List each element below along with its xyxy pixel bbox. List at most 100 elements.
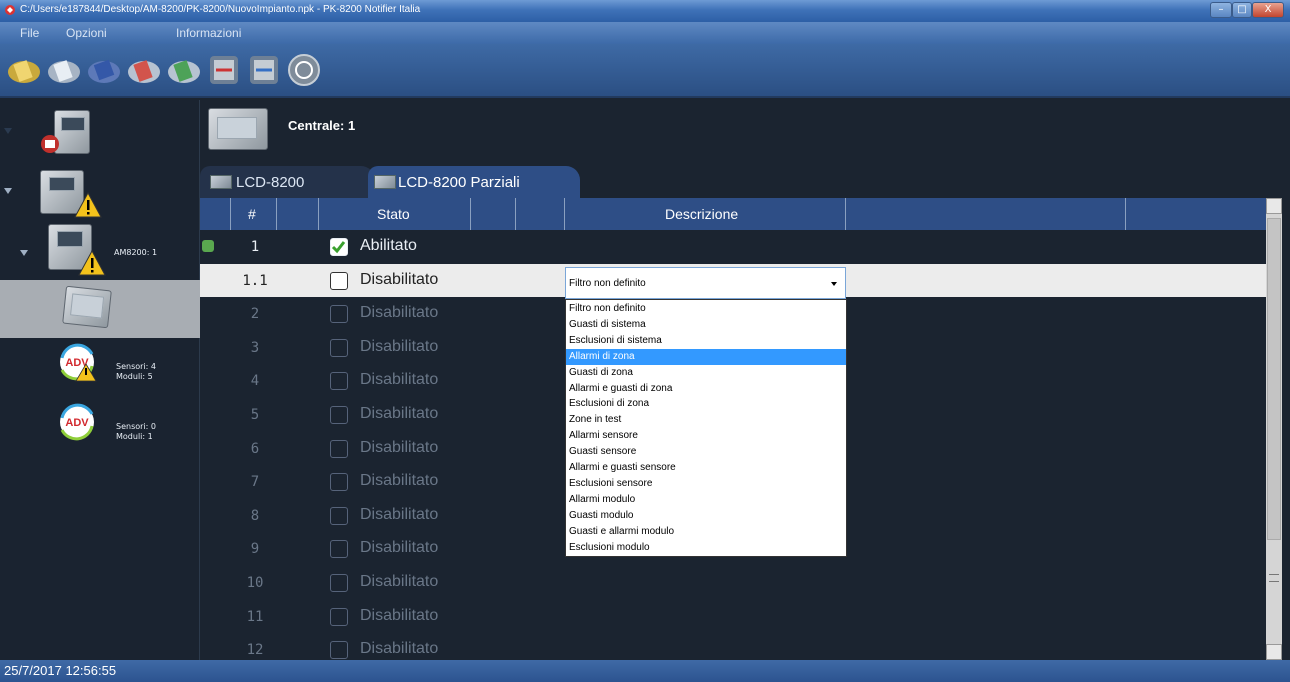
expander-icon[interactable] (20, 250, 28, 256)
column-header-number[interactable]: # (248, 206, 256, 222)
menu-opzioni[interactable]: Opzioni (66, 26, 107, 40)
scroll-grip-icon (1269, 574, 1279, 582)
dropdown-option[interactable]: Allarmi modulo (566, 492, 846, 508)
row-state-label: Disabilitato (360, 270, 439, 288)
dropdown-option[interactable]: Guasti e allarmi modulo (566, 524, 846, 540)
close-button[interactable]: X (1252, 2, 1284, 18)
device-tree: AM8200: 1 ADV Sensori: 4 Moduli: 5 ADV S… (0, 100, 200, 660)
upload-icon[interactable] (246, 52, 282, 88)
combo-value: Filtro non definito (569, 278, 646, 289)
dropdown-option[interactable]: Allarmi e guasti di zona (566, 381, 846, 397)
building-icon (41, 135, 59, 153)
warning-icon (74, 192, 102, 218)
dropdown-option[interactable]: Guasti di sistema (566, 317, 846, 333)
expander-icon[interactable] (4, 128, 12, 134)
row-enable-checkbox[interactable] (330, 506, 348, 525)
tree-node-lcd-selected[interactable] (0, 280, 200, 338)
row-number: 9 (250, 541, 260, 558)
row-enable-checkbox[interactable] (330, 473, 348, 492)
open-file-icon[interactable] (46, 52, 82, 88)
remove-icon[interactable] (126, 52, 162, 88)
window-title: C:/Users/e187844/Desktop/AM-8200/PK-8200… (20, 4, 421, 15)
dropdown-option[interactable]: Filtro non definito (566, 301, 846, 317)
new-file-icon[interactable] (6, 52, 42, 88)
tab-lcd-8200-parziali[interactable]: LCD-8200 Parziali (368, 166, 580, 198)
close-glyph: X (1264, 4, 1272, 15)
row-number: 6 (250, 440, 260, 457)
tree-node-panel-group[interactable] (40, 170, 104, 220)
table-row[interactable]: 10 Disabilitato (200, 566, 1266, 600)
chevron-down-icon[interactable] (831, 282, 837, 286)
maximize-button[interactable]: □ (1232, 2, 1252, 18)
table-row[interactable]: 12 Disabilitato (200, 633, 1266, 660)
sync-icon[interactable] (286, 52, 322, 88)
column-header-stato[interactable]: Stato (377, 206, 410, 222)
row-state-label: Disabilitato (360, 304, 439, 322)
row-number: 12 (246, 642, 264, 659)
warning-icon (78, 250, 106, 276)
tree-node-root[interactable] (40, 108, 100, 158)
dropdown-option[interactable]: Allarmi e guasti sensore (566, 460, 846, 476)
table-row[interactable]: 1 Abilitato (200, 230, 1266, 264)
dropdown-option[interactable]: Esclusioni modulo (566, 540, 846, 556)
tab-lcd-8200[interactable]: LCD-8200 (200, 166, 375, 198)
dropdown-option[interactable]: Esclusioni di zona (566, 396, 846, 412)
dropdown-option[interactable]: Allarmi sensore (566, 428, 846, 444)
dropdown-option[interactable]: Guasti modulo (566, 508, 846, 524)
row-state-label: Disabilitato (360, 573, 439, 590)
node-modules-count: Moduli: 1 (116, 432, 153, 441)
checkmark-icon (331, 241, 346, 254)
row-enable-checkbox[interactable] (330, 372, 348, 391)
add-icon[interactable] (166, 52, 202, 88)
vertical-scrollbar[interactable] (1266, 198, 1282, 660)
dropdown-option[interactable]: Guasti sensore (566, 444, 846, 460)
menu-file[interactable]: File (20, 26, 39, 40)
download-icon[interactable] (206, 52, 242, 88)
tab-label: LCD-8200 (236, 174, 305, 191)
title-bar: C:/Users/e187844/Desktop/AM-8200/PK-8200… (0, 0, 1290, 22)
row-number: 3 (250, 339, 260, 356)
minimize-button[interactable]: – (1210, 2, 1232, 18)
dropdown-option[interactable]: Esclusioni di sistema (566, 333, 846, 349)
lcd-panel-icon (62, 285, 112, 329)
dropdown-option[interactable]: Guasti di zona (566, 365, 846, 381)
row-enable-checkbox[interactable] (330, 271, 348, 290)
lcd-device-icon (208, 108, 268, 150)
row-enable-checkbox[interactable] (330, 238, 348, 256)
status-datetime: 25/7/2017 12:56:55 (4, 663, 117, 678)
content-header: Centrale: 1 (200, 100, 1290, 166)
row-enable-checkbox[interactable] (330, 607, 348, 626)
menu-informazioni[interactable]: Informazioni (176, 26, 241, 40)
row-enable-checkbox[interactable] (330, 305, 348, 324)
status-led-icon (202, 240, 214, 252)
save-disk-icon[interactable] (86, 52, 122, 88)
row-enable-checkbox[interactable] (330, 540, 348, 559)
tab-strip: LCD-8200 LCD-8200 Parziali (200, 166, 1290, 198)
lcd-tab-icon (374, 175, 396, 189)
row-enable-checkbox[interactable] (330, 439, 348, 458)
tab-label: LCD-8200 Parziali (398, 174, 520, 191)
dropdown-option[interactable]: Allarmi di zona (566, 348, 846, 365)
row-enable-checkbox[interactable] (330, 574, 348, 592)
dropdown-option[interactable]: Esclusioni sensore (566, 476, 846, 492)
tree-node-am8200[interactable]: AM8200: 1 (46, 224, 196, 278)
page-title: Centrale: 1 (288, 118, 356, 133)
filter-combobox[interactable]: Filtro non definito (565, 267, 846, 299)
scroll-thumb[interactable] (1267, 218, 1281, 540)
tree-node-adv-loop-2[interactable]: ADV Sensori: 0 Moduli: 1 (56, 402, 196, 450)
table-row[interactable]: 11 Disabilitato (200, 600, 1266, 634)
row-enable-checkbox[interactable] (330, 338, 348, 357)
row-enable-checkbox[interactable] (330, 641, 348, 660)
tree-node-adv-loop-1[interactable]: ADV Sensori: 4 Moduli: 5 (56, 340, 196, 388)
expander-icon[interactable] (4, 188, 12, 194)
row-state-label: Disabilitato (360, 337, 439, 355)
row-state-label: Disabilitato (360, 438, 439, 456)
scroll-up-button[interactable] (1266, 198, 1282, 214)
row-number: 4 (250, 373, 260, 390)
application-window: C:/Users/e187844/Desktop/AM-8200/PK-8200… (0, 0, 1290, 682)
column-header-descrizione[interactable]: Descrizione (665, 206, 738, 222)
dropdown-option[interactable]: Zone in test (566, 412, 846, 428)
row-number: 1.1 (242, 272, 268, 289)
scroll-down-button[interactable] (1266, 644, 1282, 660)
row-enable-checkbox[interactable] (330, 406, 348, 424)
